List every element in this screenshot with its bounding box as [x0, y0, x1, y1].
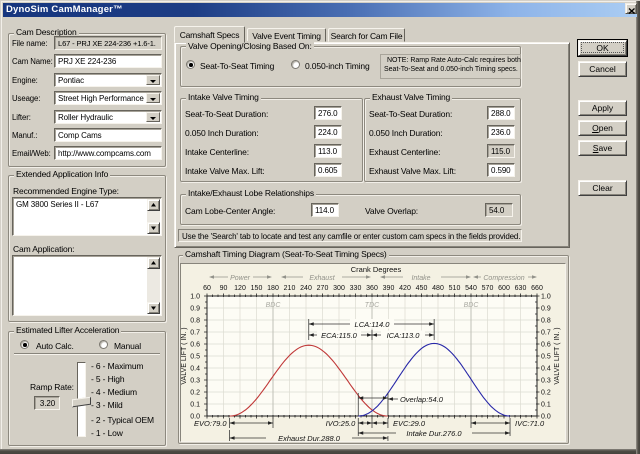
svg-text:IVO:25.0: IVO:25.0 [326, 419, 356, 428]
svg-text:240: 240 [300, 285, 312, 292]
svg-text:Crank Degrees: Crank Degrees [351, 265, 402, 274]
svg-text:660: 660 [531, 285, 543, 292]
svg-text:Compression: Compression [483, 275, 524, 282]
svg-text:300: 300 [333, 285, 345, 292]
svg-text:420: 420 [399, 285, 411, 292]
svg-text:630: 630 [515, 285, 527, 292]
svg-text:540: 540 [465, 285, 477, 292]
svg-text:0.8: 0.8 [190, 318, 200, 325]
svg-text:1.0: 1.0 [190, 294, 200, 301]
svg-text:Exhaust Dur.288.0: Exhaust Dur.288.0 [278, 434, 341, 441]
svg-text:EVO:79.0: EVO:79.0 [194, 419, 227, 428]
svg-text:0.1: 0.1 [541, 402, 551, 409]
svg-text:60: 60 [203, 285, 211, 292]
svg-text:LCA:114.0: LCA:114.0 [355, 320, 391, 329]
svg-text:270: 270 [317, 285, 329, 292]
svg-text:TDC: TDC [365, 302, 380, 309]
svg-text:0.9: 0.9 [541, 306, 551, 313]
svg-text:0.3: 0.3 [541, 378, 551, 385]
svg-text:Intake Dur.276.0: Intake Dur.276.0 [406, 429, 462, 438]
svg-text:510: 510 [449, 285, 461, 292]
svg-text:ICA:113.0: ICA:113.0 [387, 331, 421, 340]
svg-text:Exhaust: Exhaust [309, 275, 335, 282]
svg-text:600: 600 [498, 285, 510, 292]
svg-text:0.4: 0.4 [541, 366, 551, 373]
svg-text:570: 570 [482, 285, 494, 292]
svg-text:IVC:71.0: IVC:71.0 [515, 419, 545, 428]
svg-text:180: 180 [267, 285, 279, 292]
svg-text:0.4: 0.4 [190, 366, 200, 373]
svg-text:150: 150 [251, 285, 263, 292]
svg-text:0.2: 0.2 [190, 390, 200, 397]
svg-text:ECA:115.0: ECA:115.0 [321, 331, 358, 340]
svg-text:480: 480 [432, 285, 444, 292]
svg-text:0.3: 0.3 [190, 378, 200, 385]
svg-text:BDC: BDC [464, 302, 480, 309]
svg-text:0.5: 0.5 [541, 354, 551, 361]
svg-text:EVC:29.0: EVC:29.0 [393, 419, 426, 428]
svg-text:VALVE LIFT ( IN. ): VALVE LIFT ( IN. ) [554, 327, 561, 384]
svg-text:330: 330 [350, 285, 362, 292]
svg-text:390: 390 [383, 285, 395, 292]
svg-text:120: 120 [234, 285, 246, 292]
svg-text:0.6: 0.6 [190, 342, 200, 349]
svg-text:Power: Power [230, 275, 251, 282]
svg-text:450: 450 [416, 285, 428, 292]
svg-text:Intake: Intake [411, 275, 430, 282]
svg-text:90: 90 [220, 285, 228, 292]
svg-text:0.9: 0.9 [190, 306, 200, 313]
svg-text:1.0: 1.0 [541, 294, 551, 301]
svg-text:0.6: 0.6 [541, 342, 551, 349]
svg-text:210: 210 [284, 285, 296, 292]
svg-text:VALVE LIFT ( IN. ): VALVE LIFT ( IN. ) [181, 327, 188, 384]
svg-text:0.7: 0.7 [190, 330, 200, 337]
svg-text:360: 360 [366, 285, 378, 292]
svg-text:Overlap:54.0: Overlap:54.0 [400, 395, 444, 404]
svg-text:0.5: 0.5 [190, 354, 200, 361]
svg-text:0.7: 0.7 [541, 330, 551, 337]
svg-text:BDC: BDC [266, 302, 282, 309]
svg-text:0.2: 0.2 [541, 390, 551, 397]
svg-text:0.8: 0.8 [541, 318, 551, 325]
svg-text:0.1: 0.1 [190, 402, 200, 409]
